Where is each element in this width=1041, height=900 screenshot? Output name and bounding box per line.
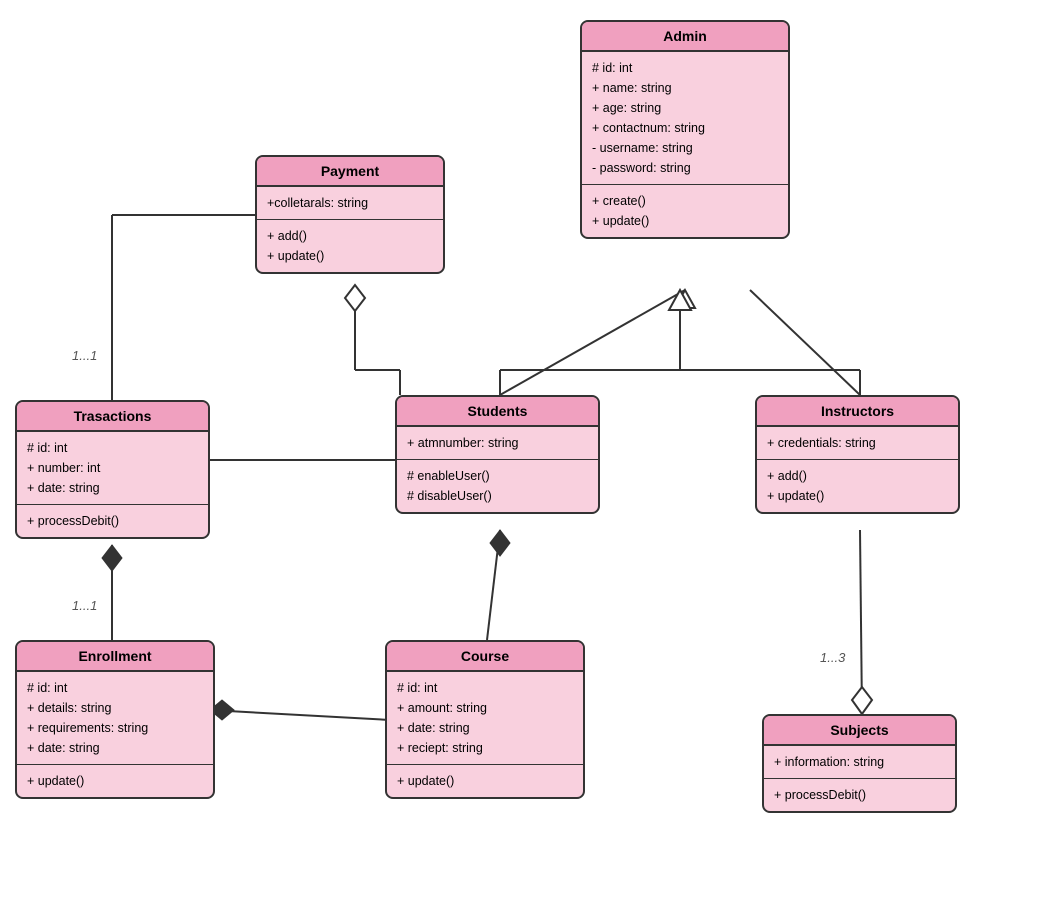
class-subjects-title: Subjects <box>764 716 955 746</box>
class-students-methods: # enableUser() # disableUser() <box>397 460 598 512</box>
class-students-title: Students <box>397 397 598 427</box>
class-course-title: Course <box>387 642 583 672</box>
class-enrollment-methods: + update() <box>17 765 213 797</box>
class-course: Course # id: int + amount: string + date… <box>385 640 585 799</box>
class-admin-attributes: # id: int + name: string + age: string +… <box>582 52 788 185</box>
uml-diagram: Admin # id: int + name: string + age: st… <box>0 0 1041 900</box>
class-subjects-attributes: + information: string <box>764 746 955 779</box>
class-payment-attributes: +colletarals: string <box>257 187 443 220</box>
class-subjects-methods: + processDebit() <box>764 779 955 811</box>
class-instructors-title: Instructors <box>757 397 958 427</box>
class-admin-methods: + create() + update() <box>582 185 788 237</box>
class-subjects: Subjects + information: string + process… <box>762 714 957 813</box>
class-enrollment: Enrollment # id: int + details: string +… <box>15 640 215 799</box>
class-transactions: Trasactions # id: int + number: int + da… <box>15 400 210 539</box>
class-admin: Admin # id: int + name: string + age: st… <box>580 20 790 239</box>
class-payment: Payment +colletarals: string + add() + u… <box>255 155 445 274</box>
label-transactions-enrollment: 1...1 <box>72 598 97 613</box>
label-instructors-subjects: 1...3 <box>820 650 845 665</box>
class-transactions-methods: + processDebit() <box>17 505 208 537</box>
class-course-attributes: # id: int + amount: string + date: strin… <box>387 672 583 765</box>
class-instructors-methods: + add() + update() <box>757 460 958 512</box>
class-transactions-title: Trasactions <box>17 402 208 432</box>
class-instructors: Instructors + credentials: string + add(… <box>755 395 960 514</box>
class-admin-title: Admin <box>582 22 788 52</box>
class-payment-methods: + add() + update() <box>257 220 443 272</box>
label-transactions-payment: 1...1 <box>72 348 97 363</box>
class-payment-title: Payment <box>257 157 443 187</box>
class-enrollment-attributes: # id: int + details: string + requiremen… <box>17 672 213 765</box>
class-students: Students + atmnumber: string # enableUse… <box>395 395 600 514</box>
class-transactions-attributes: # id: int + number: int + date: string <box>17 432 208 505</box>
class-enrollment-title: Enrollment <box>17 642 213 672</box>
class-students-attributes: + atmnumber: string <box>397 427 598 460</box>
class-course-methods: + update() <box>387 765 583 797</box>
class-instructors-attributes: + credentials: string <box>757 427 958 460</box>
